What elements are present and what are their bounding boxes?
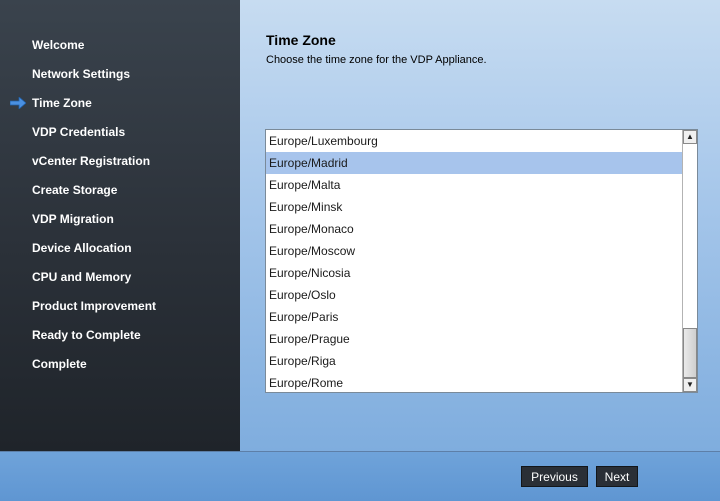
scroll-down-icon[interactable]: ▼: [683, 378, 697, 392]
timezone-option[interactable]: Europe/Oslo: [266, 284, 685, 306]
wizard-nav-sidebar: Welcome Network Settings Time Zone VDP C…: [0, 0, 240, 451]
nav-item-welcome[interactable]: Welcome: [32, 35, 84, 55]
nav-item-time-zone[interactable]: Time Zone: [32, 93, 92, 113]
timezone-option[interactable]: Europe/Moscow: [266, 240, 685, 262]
page-title: Time Zone: [266, 32, 336, 48]
content-panel: Time Zone Choose the time zone for the V…: [240, 0, 720, 451]
nav-item-vdp-credentials[interactable]: VDP Credentials: [32, 122, 125, 142]
timezone-option[interactable]: Europe/Rome: [266, 372, 685, 392]
timezone-listbox[interactable]: Europe/Luxembourg Europe/Madrid Europe/M…: [265, 129, 698, 393]
nav-item-complete[interactable]: Complete: [32, 354, 87, 374]
timezone-option[interactable]: Europe/Malta: [266, 174, 685, 196]
timezone-option-selected[interactable]: Europe/Madrid: [266, 152, 685, 174]
scroll-thumb[interactable]: [683, 328, 697, 378]
current-step-arrow-icon: [10, 97, 26, 109]
nav-item-ready-to-complete[interactable]: Ready to Complete: [32, 325, 141, 345]
previous-button[interactable]: Previous: [521, 466, 588, 487]
listbox-scrollbar[interactable]: ▲ ▼: [682, 130, 697, 392]
timezone-option[interactable]: Europe/Minsk: [266, 196, 685, 218]
wizard-footer: Previous Next: [0, 451, 720, 501]
nav-item-create-storage[interactable]: Create Storage: [32, 180, 117, 200]
timezone-option[interactable]: Europe/Riga: [266, 350, 685, 372]
nav-item-cpu-and-memory[interactable]: CPU and Memory: [32, 267, 131, 287]
nav-item-product-improvement[interactable]: Product Improvement: [32, 296, 156, 316]
nav-item-device-allocation[interactable]: Device Allocation: [32, 238, 132, 258]
timezone-option[interactable]: Europe/Luxembourg: [266, 130, 685, 152]
nav-item-vcenter-registration[interactable]: vCenter Registration: [32, 151, 150, 171]
timezone-option[interactable]: Europe/Monaco: [266, 218, 685, 240]
page-subtitle: Choose the time zone for the VDP Applian…: [266, 54, 487, 66]
timezone-option[interactable]: Europe/Nicosia: [266, 262, 685, 284]
nav-item-vdp-migration[interactable]: VDP Migration: [32, 209, 114, 229]
scroll-up-icon[interactable]: ▲: [683, 130, 697, 144]
next-button[interactable]: Next: [596, 466, 638, 487]
nav-item-network-settings[interactable]: Network Settings: [32, 64, 130, 84]
scroll-track[interactable]: [683, 144, 697, 378]
timezone-option[interactable]: Europe/Prague: [266, 328, 685, 350]
timezone-option[interactable]: Europe/Paris: [266, 306, 685, 328]
